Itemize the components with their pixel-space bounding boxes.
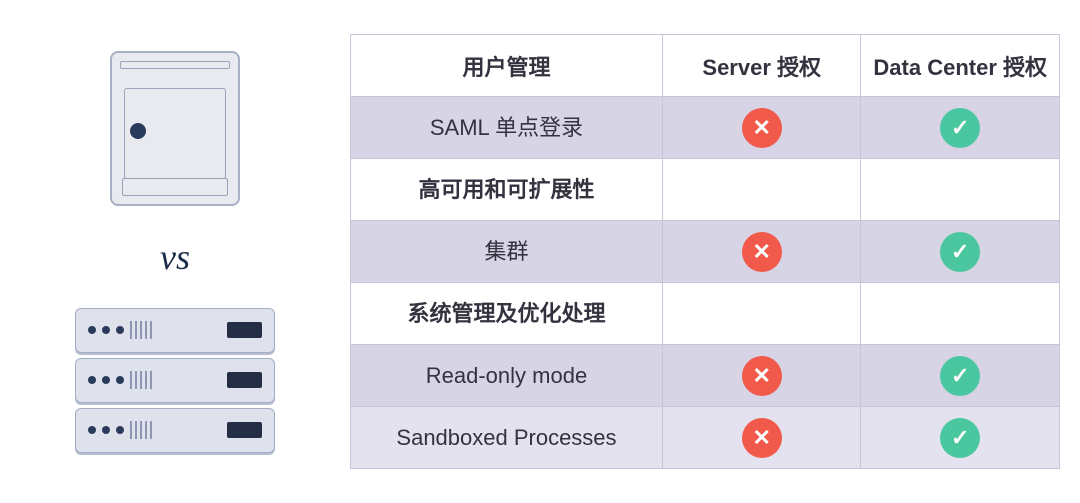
table-header-row: 用户管理 Server 授权 Data Center 授权	[351, 35, 1060, 97]
comparison-illustration: vs	[0, 0, 350, 503]
empty-cell	[861, 283, 1060, 345]
datacenter-cell	[861, 221, 1060, 283]
table-row: 系统管理及优化处理	[351, 283, 1060, 345]
check-icon	[940, 356, 980, 396]
cross-icon	[742, 232, 782, 272]
server-cell	[662, 221, 861, 283]
feature-cell: Read-only mode	[351, 345, 663, 407]
table-row: 高可用和可扩展性	[351, 159, 1060, 221]
feature-cell: Sandboxed Processes	[351, 407, 663, 469]
check-icon	[940, 108, 980, 148]
feature-cell: 集群	[351, 221, 663, 283]
server-cell	[662, 345, 861, 407]
section-heading: 系统管理及优化处理	[351, 283, 663, 345]
empty-cell	[662, 283, 861, 345]
check-icon	[940, 418, 980, 458]
server-cell	[662, 407, 861, 469]
header-server: Server 授权	[662, 35, 861, 97]
single-server-icon	[110, 51, 240, 206]
feature-cell: SAML 单点登录	[351, 97, 663, 159]
cross-icon	[742, 418, 782, 458]
rack-servers-icon	[75, 308, 275, 453]
datacenter-cell	[861, 97, 1060, 159]
header-datacenter: Data Center 授权	[861, 35, 1060, 97]
datacenter-cell	[861, 345, 1060, 407]
header-feature: 用户管理	[351, 35, 663, 97]
table-row: 集群	[351, 221, 1060, 283]
server-cell	[662, 97, 861, 159]
table-row: SAML 单点登录	[351, 97, 1060, 159]
check-icon	[940, 232, 980, 272]
empty-cell	[662, 159, 861, 221]
table-row: Read-only mode	[351, 345, 1060, 407]
empty-cell	[861, 159, 1060, 221]
datacenter-cell	[861, 407, 1060, 469]
comparison-table-panel: 用户管理 Server 授权 Data Center 授权 SAML 单点登录高…	[350, 34, 1080, 469]
cross-icon	[742, 356, 782, 396]
vs-label: vs	[160, 236, 190, 278]
section-heading: 高可用和可扩展性	[351, 159, 663, 221]
cross-icon	[742, 108, 782, 148]
table-row: Sandboxed Processes	[351, 407, 1060, 469]
comparison-table: 用户管理 Server 授权 Data Center 授权 SAML 单点登录高…	[350, 34, 1060, 469]
